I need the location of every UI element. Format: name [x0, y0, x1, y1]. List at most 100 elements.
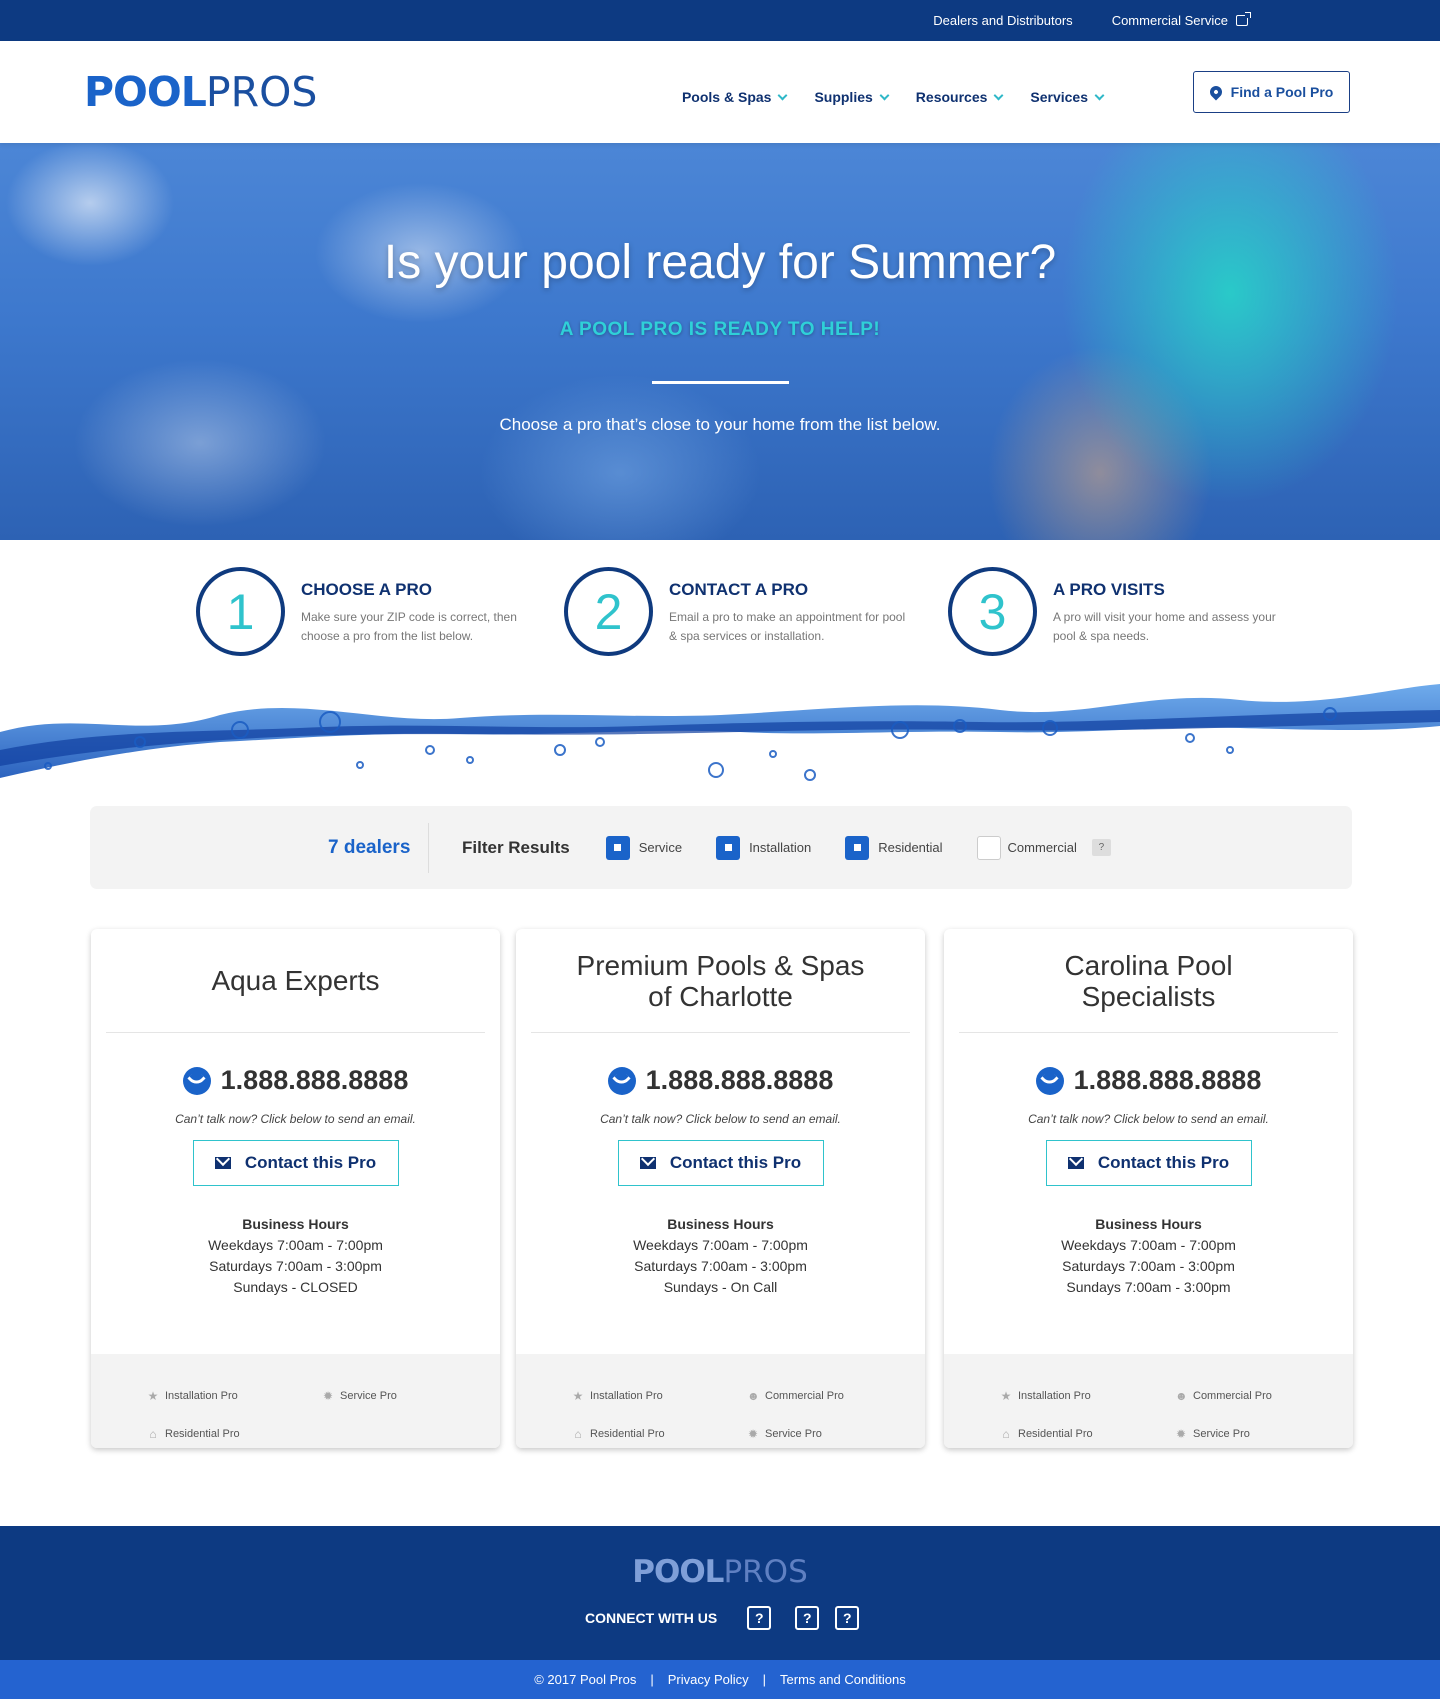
- tag-residential: ⌂ Residential Pro: [572, 1420, 747, 1449]
- tag-installation: ★ Installation Pro: [1000, 1382, 1175, 1411]
- privacy-link[interactable]: Privacy Policy: [668, 1672, 749, 1687]
- hours-line: Sundays - On Call: [663, 1279, 778, 1295]
- people-icon: ☻: [747, 1389, 760, 1404]
- separator: |: [650, 1672, 654, 1687]
- hours-line: Saturdays 7:00am - 3:00pm: [634, 1258, 807, 1274]
- hero-subtitle: A POOL PRO IS READY TO HELP!: [559, 319, 881, 340]
- checkbox-unchecked[interactable]: [976, 835, 1001, 860]
- hours-title: Business Hours: [667, 1216, 774, 1232]
- tag-service: ✹ Service Pro: [747, 1420, 922, 1449]
- step-number: 3: [948, 567, 1037, 656]
- contact-pro-button[interactable]: Contact this Pro: [192, 1140, 399, 1186]
- step-description: Email a pro to make an appointment for p…: [669, 610, 906, 643]
- find-pool-pro-label: Find a Pool Pro: [1230, 84, 1334, 100]
- logo-light-text: PROS: [205, 68, 318, 116]
- checkbox-label: Service: [638, 840, 683, 855]
- phone-icon: [182, 1066, 211, 1095]
- star-icon: ★: [1000, 1389, 1012, 1404]
- social-icon-3[interactable]: ?: [835, 1606, 860, 1630]
- tag-label: Service Pro: [340, 1390, 397, 1403]
- phone-icon: [1035, 1066, 1064, 1095]
- pool-pros-logo[interactable]: POOL PROS: [84, 68, 317, 116]
- hours-title: Business Hours: [242, 1216, 349, 1232]
- logo-bold-text: POOL: [84, 68, 207, 116]
- hours-line: Weekdays 7:00am - 7:00pm: [633, 1237, 808, 1253]
- social-icon-1[interactable]: ?: [747, 1606, 772, 1630]
- chevron-down-icon: [993, 90, 1004, 100]
- checkbox-label: Commercial: [1007, 840, 1077, 855]
- external-link-icon: [1236, 12, 1251, 26]
- contact-pro-button[interactable]: Contact this Pro: [617, 1140, 824, 1186]
- tag-label: Installation Pro: [590, 1390, 663, 1403]
- dealer-name: Aqua Experts: [106, 929, 485, 1033]
- hero-banner: Is your pool ready for Summer? A POOL PR…: [0, 143, 1440, 540]
- nav-label: Resources: [915, 89, 988, 105]
- dealer-phone[interactable]: 1.888.888.8888: [516, 1065, 925, 1096]
- dealer-tags: ★ Installation Pro ☻ Commercial Pro ⌂ Resid…: [516, 1354, 925, 1448]
- contact-pro-button[interactable]: Contact this Pro: [1045, 1140, 1252, 1186]
- nav-supplies[interactable]: Supplies: [814, 89, 890, 105]
- dealer-name: Premium Pools & Spas of Charlotte: [531, 929, 910, 1033]
- step-title: A PRO VISITS: [1053, 580, 1165, 599]
- hours-line: Weekdays 7:00am - 7:00pm: [1061, 1237, 1236, 1253]
- hours-line: Saturdays 7:00am - 3:00pm: [1062, 1258, 1235, 1274]
- filter-installation[interactable]: Installation: [716, 835, 812, 860]
- tag-label: Residential Pro: [165, 1427, 240, 1440]
- step-number: 1: [196, 567, 285, 656]
- commercial-service-label: Commercial Service: [1111, 13, 1228, 28]
- contact-label: Contact this Pro: [669, 1153, 802, 1172]
- hero-divider: [652, 381, 789, 384]
- dealer-tags: ★ Installation Pro ✹ Service Pro ⌂ Resident…: [91, 1354, 500, 1448]
- hero-title: Is your pool ready for Summer?: [383, 236, 1057, 289]
- main-nav: Pools & Spas Supplies Resources Services: [681, 89, 1105, 105]
- legal-bar: © 2017 Pool Pros | Privacy Policy | Term…: [0, 1660, 1440, 1699]
- step-title: CHOOSE A PRO: [301, 580, 432, 599]
- social-links: CONNECT WITH US ? ? ?: [585, 1606, 860, 1630]
- nav-resources[interactable]: Resources: [915, 89, 1004, 105]
- nav-services[interactable]: Services: [1030, 89, 1105, 105]
- find-pool-pro-button[interactable]: Find a Pool Pro: [1193, 71, 1350, 113]
- filter-bar: 7 dealers Filter Results Service Install…: [90, 806, 1352, 889]
- phone-number: 1.888.888.8888: [1073, 1065, 1262, 1095]
- tag-commercial: ☻ Commercial Pro: [1175, 1382, 1350, 1411]
- dealer-phone[interactable]: 1.888.888.8888: [944, 1065, 1353, 1096]
- star-icon: ★: [147, 1389, 159, 1404]
- logo-light-text: PROS: [723, 1554, 808, 1590]
- filter-service[interactable]: Service: [605, 835, 683, 860]
- checkbox-checked[interactable]: [716, 835, 741, 860]
- dealer-count: 7 dealers: [328, 836, 411, 858]
- step-visit: 3 A PRO VISITS A pro will visit your hom…: [948, 567, 1293, 656]
- nav-pools-spas[interactable]: Pools & Spas: [681, 89, 788, 105]
- filter-commercial[interactable]: Commercial ?: [976, 835, 1111, 860]
- tag-label: Service Pro: [765, 1427, 822, 1440]
- terms-link[interactable]: Terms and Conditions: [780, 1672, 906, 1687]
- step-description: Make sure your ZIP code is correct, then…: [301, 610, 517, 643]
- commercial-service-link[interactable]: Commercial Service: [1111, 12, 1251, 28]
- checkbox-checked[interactable]: [605, 835, 630, 860]
- filter-residential[interactable]: Residential: [845, 835, 943, 860]
- tag-residential: ⌂ Residential Pro: [1000, 1420, 1175, 1449]
- checkbox-label: Installation: [749, 840, 812, 855]
- water-splash-image: [0, 684, 1440, 781]
- hero-lead: Choose a pro that’s close to your home f…: [499, 415, 941, 434]
- gear-icon: ✹: [1175, 1426, 1187, 1441]
- tag-label: Service Pro: [1193, 1427, 1250, 1440]
- map-pin-icon: [1207, 83, 1225, 101]
- hours-line: Sundays - CLOSED: [233, 1279, 358, 1295]
- chevron-down-icon: [1094, 90, 1105, 100]
- dealer-phone[interactable]: 1.888.888.8888: [91, 1065, 500, 1096]
- envelope-icon: [639, 1157, 656, 1169]
- checkbox-checked[interactable]: [845, 835, 870, 860]
- site-footer: POOLPROS CONNECT WITH US ? ? ?: [0, 1526, 1440, 1660]
- footer-logo[interactable]: POOLPROS: [0, 1554, 1440, 1590]
- nav-label: Pools & Spas: [681, 89, 772, 105]
- social-icon-2[interactable]: ?: [795, 1606, 820, 1630]
- phone-number: 1.888.888.8888: [645, 1065, 834, 1095]
- tag-residential: ⌂ Residential Pro: [147, 1420, 322, 1449]
- people-icon: ☻: [1175, 1389, 1188, 1404]
- dealers-link[interactable]: Dealers and Distributors: [933, 13, 1072, 28]
- home-icon: ⌂: [149, 1426, 157, 1441]
- phone-icon: [607, 1066, 636, 1095]
- help-icon[interactable]: ?: [1091, 839, 1111, 856]
- copyright: © 2017 Pool Pros: [534, 1672, 637, 1687]
